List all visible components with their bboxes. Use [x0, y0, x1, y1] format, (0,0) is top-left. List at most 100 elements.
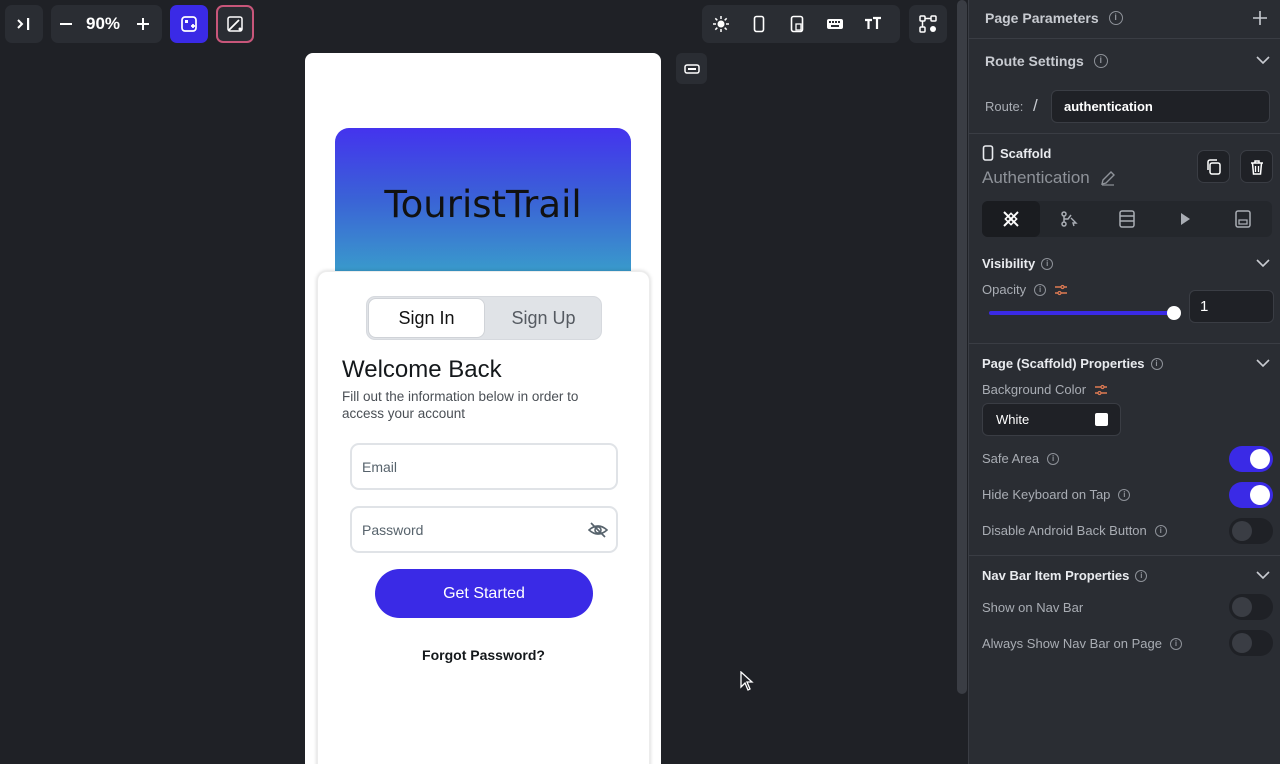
variable-icon[interactable] [1054, 284, 1068, 296]
canvas-settings-button[interactable] [909, 5, 947, 43]
zoom-in-button[interactable] [125, 5, 161, 43]
forgot-password-link[interactable]: Forgot Password? [318, 647, 649, 663]
route-input[interactable]: authentication [1051, 90, 1270, 123]
page-properties-header[interactable]: Page (Scaffold) Properties i [982, 356, 1163, 371]
tab-backend-query[interactable] [1098, 201, 1156, 237]
hide-keyboard-label: Hide Keyboard on Tap [982, 487, 1111, 502]
opacity-label: Opacity [982, 282, 1027, 297]
tab-sign-in[interactable]: Sign In [368, 298, 485, 338]
phone-device-button[interactable] [740, 5, 778, 43]
info-icon: i [1047, 452, 1060, 465]
collapse-panel-group [5, 5, 43, 43]
tab-actions[interactable] [1040, 201, 1098, 237]
opacity-slider-thumb[interactable] [1167, 306, 1181, 320]
email-placeholder: Email [362, 458, 398, 475]
widget-outline-icon [683, 63, 700, 74]
nav-properties-header[interactable]: Nav Bar Item Properties i [982, 568, 1148, 583]
visibility-off-icon[interactable] [588, 521, 608, 539]
collapse-panel-button[interactable] [5, 5, 43, 43]
show-nav-toggle[interactable] [1229, 594, 1273, 620]
info-icon: i [1135, 569, 1148, 582]
hide-keyboard-row: Hide Keyboard on Tap i [982, 487, 1131, 502]
info-icon: i [1093, 54, 1108, 68]
tab-page-state[interactable] [1214, 201, 1272, 237]
phone-preview[interactable]: TouristTrail Sign In Sign Up Welcome Bac… [305, 53, 661, 764]
page-state-icon [1235, 210, 1251, 228]
play-icon [1181, 213, 1190, 225]
page-name: Authentication [982, 168, 1090, 187]
edit-pencil-icon[interactable] [1100, 170, 1116, 186]
info-icon: i [1169, 637, 1182, 650]
opacity-input[interactable]: 1 [1189, 290, 1274, 323]
magic-edit-icon [227, 16, 243, 32]
password-field[interactable]: Password [350, 506, 618, 553]
zoom-control: 90% [51, 5, 162, 43]
always-show-nav-row: Always Show Nav Bar on Page i [982, 636, 1182, 651]
info-icon: i [1034, 283, 1047, 296]
zoom-out-button[interactable] [51, 5, 81, 43]
password-placeholder: Password [362, 521, 424, 538]
route-label: Route: [985, 99, 1024, 114]
color-swatch [1095, 413, 1108, 426]
page-name-row[interactable]: Authentication [982, 168, 1116, 188]
scaffold-header: Scaffold [982, 145, 1051, 161]
hide-keyboard-toggle[interactable] [1229, 482, 1273, 508]
app-title: TouristTrail [384, 183, 582, 226]
copy-icon [1206, 158, 1221, 175]
variable-icon[interactable] [1094, 384, 1108, 396]
disable-back-toggle[interactable] [1229, 518, 1273, 544]
divider [969, 555, 1280, 556]
add-widget-button[interactable] [170, 5, 208, 43]
canvas-scrollbar[interactable] [957, 0, 967, 694]
bg-color-label-row: Background Color [982, 382, 1108, 397]
add-parameter-icon[interactable] [1252, 10, 1268, 26]
chevron-down-icon[interactable] [1256, 258, 1270, 268]
database-icon [1119, 210, 1135, 228]
visibility-header[interactable]: Visibility i [982, 256, 1054, 271]
bg-color-value: White [996, 412, 1030, 427]
opacity-slider-track[interactable] [989, 311, 1174, 315]
text-scale-button[interactable] [854, 5, 892, 43]
info-icon: i [1041, 257, 1054, 270]
collapse-panel-icon [17, 18, 30, 30]
info-icon: i [1154, 524, 1167, 537]
welcome-subtitle: Fill out the information below in order … [342, 389, 579, 421]
tab-properties[interactable] [982, 201, 1040, 237]
magic-edit-button[interactable] [216, 5, 254, 43]
keyboard-icon [827, 19, 843, 29]
safe-area-label: Safe Area [982, 451, 1040, 466]
theme-icon [713, 16, 729, 32]
widget-tree-toggle[interactable] [676, 53, 707, 84]
trash-icon [1250, 159, 1263, 175]
safe-area-row: Safe Area i [982, 451, 1060, 466]
zoom-in-icon [137, 18, 149, 30]
zoom-level: 90% [85, 14, 121, 33]
safe-area-toggle[interactable] [1229, 446, 1273, 472]
chevron-down-icon[interactable] [1256, 570, 1270, 580]
always-show-nav-toggle[interactable] [1229, 630, 1273, 656]
bg-color-picker[interactable]: White [982, 403, 1121, 436]
actions-icon [1061, 211, 1078, 227]
bg-color-label: Background Color [982, 382, 1087, 397]
auth-card: Sign In Sign Up Welcome Back Fill out th… [317, 271, 650, 764]
info-icon: i [1118, 488, 1131, 501]
add-widget-icon [181, 16, 197, 32]
route-settings-header[interactable]: Route Settings i [985, 53, 1108, 69]
get-started-button[interactable]: Get Started [375, 569, 593, 618]
tab-sign-up[interactable]: Sign Up [486, 297, 601, 339]
theme-toggle-button[interactable] [702, 5, 740, 43]
opacity-label-row: Opacity i [982, 282, 1068, 297]
phone-device-icon [753, 15, 765, 33]
duplicate-page-button[interactable] [1197, 150, 1230, 183]
email-field[interactable]: Email [350, 443, 618, 490]
tablet-device-button[interactable] [778, 5, 816, 43]
chevron-down-icon[interactable] [1256, 358, 1270, 368]
tab-animations[interactable] [1156, 201, 1214, 237]
phone-icon [982, 145, 994, 161]
page-parameters-header[interactable]: Page Parameters i [985, 10, 1123, 26]
keyboard-button[interactable] [816, 5, 854, 43]
disable-back-row: Disable Android Back Button i [982, 523, 1167, 538]
disable-back-label: Disable Android Back Button [982, 523, 1147, 538]
delete-page-button[interactable] [1240, 150, 1273, 183]
chevron-down-icon[interactable] [1256, 55, 1270, 65]
